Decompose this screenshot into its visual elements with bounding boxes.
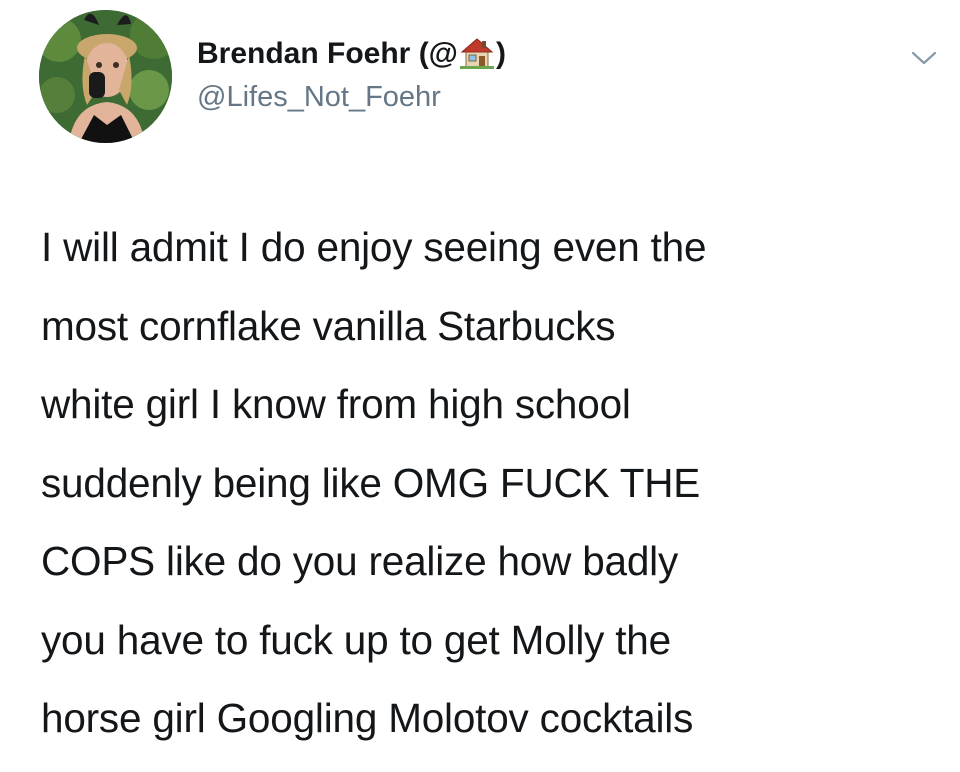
author-block: Brendan Foehr (@ ) @Lifes_Not_Foehr [197,36,506,114]
tweet-text: I will admit I do enjoy seeing even the … [41,224,707,741]
user-handle[interactable]: @Lifes_Not_Foehr [197,80,506,114]
display-name[interactable]: Brendan Foehr (@ ) [197,36,506,72]
tweet-header: Brendan Foehr (@ ) @Lifes_Not_Foehr [39,10,937,150]
tweet-card: Brendan Foehr (@ ) @Lifes_Not_Foehr I wi… [0,0,960,772]
avatar-image [39,10,172,143]
display-name-suffix: ) [495,37,506,70]
display-name-prefix: Brendan Foehr (@ [197,37,458,70]
house-icon [459,37,494,69]
avatar[interactable] [39,10,172,143]
chevron-down-icon[interactable] [909,48,939,68]
